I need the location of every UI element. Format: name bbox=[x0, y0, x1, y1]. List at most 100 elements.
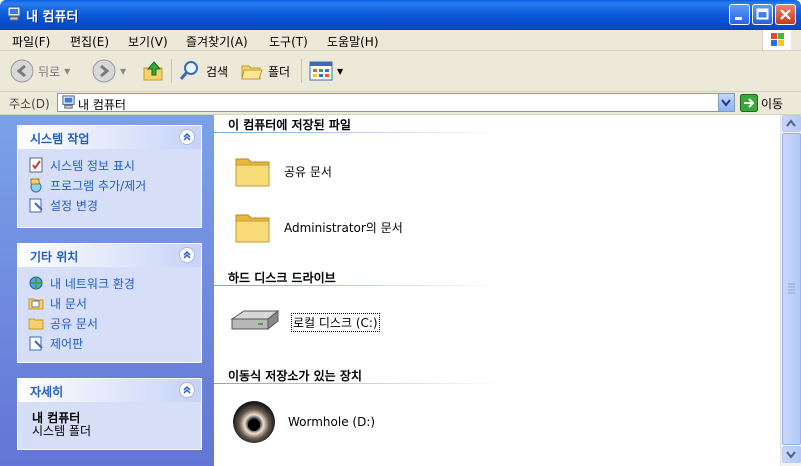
back-dropdown-icon[interactable]: ▼ bbox=[64, 67, 70, 76]
system-tasks-title: 시스템 작업 bbox=[30, 132, 90, 146]
control-panel-icon bbox=[29, 336, 43, 351]
other-places-title: 기타 위치 bbox=[30, 250, 79, 264]
item-administrator-documents[interactable]: Administrator의 문서 bbox=[234, 209, 403, 245]
menu-tools[interactable]: 도구(T) bbox=[269, 33, 308, 50]
documents-folder-icon bbox=[28, 298, 44, 310]
file-view: 이 컴퓨터에 저장된 파일 공유 문서 Administrator의 문서 하드… bbox=[214, 115, 780, 466]
place-label: 제어판 bbox=[50, 336, 84, 351]
place-my-network[interactable]: 내 네트워크 환경 bbox=[28, 273, 201, 293]
place-my-documents[interactable]: 내 문서 bbox=[28, 293, 201, 313]
group-divider bbox=[214, 132, 504, 133]
address-dropdown-button[interactable] bbox=[718, 94, 734, 111]
item-label: 공유 문서 bbox=[284, 164, 332, 179]
item-wormhole-d[interactable]: Wormhole (D:) bbox=[232, 400, 375, 444]
menu-edit[interactable]: 편집(E) bbox=[70, 33, 109, 50]
scroll-up-icon bbox=[786, 119, 796, 127]
scroll-thumb[interactable] bbox=[782, 133, 801, 445]
place-label: 내 문서 bbox=[50, 296, 87, 311]
network-icon bbox=[29, 276, 43, 290]
task-label: 시스템 정보 표시 bbox=[50, 158, 135, 173]
windows-logo bbox=[762, 30, 791, 50]
toolbar-separator bbox=[171, 59, 172, 83]
forward-button[interactable]: ▼ bbox=[92, 59, 126, 83]
back-label: 뒤로 bbox=[38, 64, 61, 79]
toolbar-separator bbox=[301, 59, 302, 83]
item-label: Wormhole (D:) bbox=[288, 415, 376, 429]
back-button[interactable]: 뒤로 ▼ bbox=[10, 59, 70, 83]
task-label: 설정 변경 bbox=[50, 198, 98, 213]
go-arrow-icon bbox=[740, 94, 758, 112]
views-icon bbox=[309, 61, 333, 81]
menu-help[interactable]: 도움말(H) bbox=[327, 33, 379, 50]
collapse-button[interactable] bbox=[179, 382, 195, 398]
task-change-setting[interactable]: 설정 변경 bbox=[28, 195, 201, 215]
maximize-icon bbox=[756, 8, 769, 20]
group-header-removable-storage: 이동식 저장소가 있는 장치 bbox=[228, 369, 362, 383]
details-title: 자세히 bbox=[30, 385, 64, 399]
collapse-button[interactable] bbox=[179, 247, 195, 263]
place-control-panel[interactable]: 제어판 bbox=[28, 333, 201, 353]
task-add-remove-programs[interactable]: 프로그램 추가/제거 bbox=[28, 175, 201, 195]
group-divider bbox=[214, 383, 504, 384]
folder-icon bbox=[235, 214, 270, 243]
item-label: 로컬 디스크 (C:) bbox=[291, 312, 380, 332]
my-computer-icon bbox=[7, 6, 21, 21]
place-shared-documents[interactable]: 공유 문서 bbox=[28, 313, 201, 333]
other-places-panel: 기타 위치 내 네트워크 환경 내 문서 공유 문서 제어판 bbox=[17, 243, 202, 363]
details-header[interactable]: 자세히 bbox=[18, 379, 201, 402]
title-bar[interactable]: 내 컴퓨터 bbox=[0, 0, 801, 30]
up-folder-icon bbox=[143, 61, 163, 81]
windows-flag-icon bbox=[771, 33, 784, 46]
vertical-scrollbar[interactable] bbox=[780, 115, 801, 466]
details-type: 시스템 폴더 bbox=[32, 424, 92, 438]
scroll-down-icon bbox=[786, 451, 796, 459]
close-button[interactable] bbox=[775, 4, 796, 25]
menu-file[interactable]: 파일(F) bbox=[12, 33, 50, 50]
address-value: 내 컴퓨터 bbox=[78, 98, 126, 112]
hard-drive-icon bbox=[230, 309, 280, 331]
other-places-header[interactable]: 기타 위치 bbox=[18, 244, 201, 267]
item-shared-documents[interactable]: 공유 문서 bbox=[234, 153, 332, 189]
collapse-button[interactable] bbox=[179, 129, 195, 145]
task-label: 프로그램 추가/제거 bbox=[50, 178, 147, 193]
chevron-up-icon bbox=[183, 385, 191, 394]
views-dropdown-icon[interactable]: ▼ bbox=[337, 67, 343, 76]
search-icon bbox=[179, 61, 198, 80]
chevron-up-icon bbox=[183, 132, 191, 141]
item-local-disk-c[interactable]: 로컬 디스크 (C:) bbox=[230, 307, 380, 337]
details-panel: 자세히 내 컴퓨터 시스템 폴더 bbox=[17, 378, 202, 450]
window-title: 내 컴퓨터 bbox=[26, 10, 79, 25]
address-input[interactable]: 내 컴퓨터 bbox=[57, 93, 735, 112]
control-panel-icon bbox=[29, 198, 43, 213]
toolbar: 뒤로 ▼ ▼ 검색 폴더 ▼ bbox=[0, 51, 801, 92]
close-icon bbox=[780, 9, 791, 20]
system-tasks-header[interactable]: 시스템 작업 bbox=[18, 126, 201, 149]
place-label: 공유 문서 bbox=[50, 316, 98, 331]
scroll-up-button[interactable] bbox=[782, 115, 801, 132]
go-label: 이동 bbox=[761, 96, 784, 111]
scroll-down-button[interactable] bbox=[782, 446, 801, 463]
menu-view[interactable]: 보기(V) bbox=[128, 33, 168, 50]
maximize-button[interactable] bbox=[752, 4, 773, 25]
folder-icon bbox=[28, 318, 44, 330]
system-info-icon bbox=[29, 157, 43, 173]
item-label: Administrator의 문서 bbox=[284, 220, 403, 235]
task-view-system-info[interactable]: 시스템 정보 표시 bbox=[28, 155, 201, 175]
forward-dropdown-icon[interactable]: ▼ bbox=[120, 67, 126, 76]
place-label: 내 네트워크 환경 bbox=[50, 276, 135, 291]
menu-favorites[interactable]: 즐겨찾기(A) bbox=[186, 33, 248, 50]
search-button[interactable]: 검색 bbox=[178, 59, 228, 83]
wormhole-drive-icon bbox=[233, 401, 275, 443]
add-remove-programs-icon bbox=[30, 178, 42, 193]
group-divider bbox=[214, 285, 504, 286]
folders-button[interactable]: 폴더 bbox=[240, 59, 290, 83]
views-button[interactable]: ▼ bbox=[309, 59, 343, 83]
up-folder-button[interactable] bbox=[142, 59, 166, 83]
system-tasks-panel: 시스템 작업 시스템 정보 표시 프로그램 추가/제거 설정 변경 bbox=[17, 125, 202, 228]
minimize-button[interactable] bbox=[729, 4, 750, 25]
go-button[interactable]: 이동 bbox=[740, 94, 783, 112]
search-label: 검색 bbox=[206, 64, 229, 79]
folders-label: 폴더 bbox=[268, 64, 291, 79]
task-pane: 시스템 작업 시스템 정보 표시 프로그램 추가/제거 설정 변경 기타 위치 bbox=[0, 115, 214, 466]
group-header-stored-files: 이 컴퓨터에 저장된 파일 bbox=[228, 118, 351, 132]
